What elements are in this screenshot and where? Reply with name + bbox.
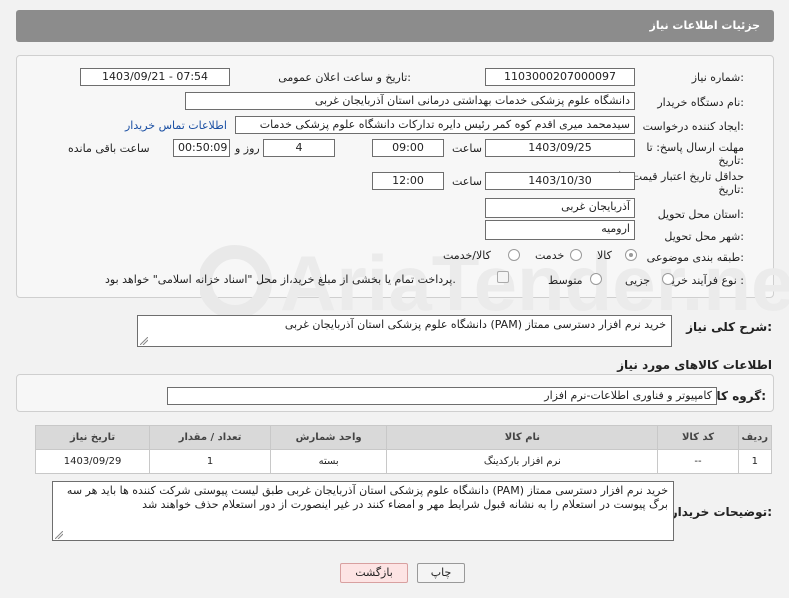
col-header-unit: واحد شمارش [269,425,388,450]
cell-unit: بسته [269,449,388,474]
announce-label: تاریخ و ساعت اعلان عمومی: [278,71,411,84]
creator-label: ایجاد کننده درخواست: [642,120,744,133]
creator-field: سیدمحمد میری اقدم کوه کمر رئیس دایره تدا… [235,116,635,134]
cell-row-number: 1 [737,449,773,474]
validity-time-field: 12:00 [372,172,444,190]
category-option-both: کالا/خدمت [443,249,491,262]
process-label: نوع فرآیند خرید : [666,274,744,287]
resize-grip-icon[interactable] [55,531,63,539]
cell-date: 1403/09/29 [34,449,151,474]
process-radio-minor[interactable] [662,273,674,285]
header-bar: جزئیات اطلاعات نیاز [16,10,774,42]
payment-checkbox[interactable] [497,271,509,283]
province-field: آذربایجان غربی [485,198,635,218]
col-header-row-number: ردیف [737,425,773,450]
reply-time-field: 09:00 [372,139,444,157]
reply-deadline-label: مهلت ارسال پاسخ: تا [646,141,744,154]
cell-code: -- [657,449,739,474]
buyer-notes-textarea: خرید نرم افزار دسترسی ممتاز (PAM) دانشگا… [52,481,674,541]
category-radio-service[interactable] [570,249,582,261]
province-label: استان محل تحویل: [657,208,744,221]
col-header-date: تاریخ نیاز [34,425,151,450]
validity-date-field: 1403/10/30 [485,172,635,190]
reply-deadline-label-2: تاریخ: [718,154,744,167]
need-number-label: شماره نیاز: [691,71,744,84]
remaining-time-field: 00:50:09 [173,139,230,157]
table-row: 1 -- نرم افزار بارکدینگ بسته 1 1403/09/2… [34,449,773,474]
reply-date-field: 1403/09/25 [485,139,635,157]
cell-name: نرم افزار بارکدینگ [386,449,659,474]
resize-grip-icon[interactable] [140,337,148,345]
print-button[interactable]: چاپ [417,563,465,583]
back-button[interactable]: بازگشت [340,563,408,583]
price-validity-label-2: تاریخ: [718,183,744,196]
category-option-service: خدمت [535,249,565,262]
need-number-field: 1103000207000097 [485,68,635,86]
table-header-row: ردیف کد کالا نام کالا واحد شمارش تعداد /… [34,425,773,450]
category-label: طبقه بندی موضوعی: [646,251,744,264]
process-option-minor: جزیی [625,274,651,287]
goods-section-title: اطلاعات کالاهای مورد نیاز [617,358,772,372]
summary-label: شرح کلی نیاز: [686,320,772,334]
remaining-time-label: ساعت باقی مانده [68,142,150,155]
process-radio-medium[interactable] [590,273,602,285]
buyer-contact-link[interactable]: اطلاعات تماس خریدار [125,119,227,132]
goods-group-field: کامپیوتر و فناوری اطلاعات-نرم افزار [167,387,717,405]
col-header-qty: تعداد / مقدار [149,425,271,450]
summary-textarea: خرید نرم افزار دسترسی ممتاز (PAM) دانشگا… [137,315,672,347]
category-radio-goods[interactable] [625,249,637,261]
reply-time-label: ساعت [452,142,482,155]
days-label: روز و [235,142,260,155]
col-header-code: کد کالا [657,425,739,450]
buyer-org-label: نام دستگاه خریدار: [657,96,744,109]
category-option-goods: کالا [597,249,612,262]
category-radio-both[interactable] [508,249,520,261]
cell-qty: 1 [149,449,271,474]
page-title: جزئیات اطلاعات نیاز [649,19,761,32]
announce-field: 1403/09/21 - 07:54 [80,68,230,86]
city-field: ارومیه [485,220,635,240]
goods-table: ردیف کد کالا نام کالا واحد شمارش تعداد /… [34,425,773,474]
process-option-medium: متوسط [548,274,583,287]
city-label: شهر محل تحویل: [664,230,744,243]
price-validity-label: حداقل تاریخ اعتبار قیمت: تا [618,170,744,183]
days-field: 4 [263,139,335,157]
col-header-name: نام کالا [386,425,659,450]
buyer-notes-label: توضیحات خریدار: [670,505,772,519]
buyer-org-field: دانشگاه علوم پزشکی خدمات بهداشتی درمانی … [185,92,635,110]
summary-text: خرید نرم افزار دسترسی ممتاز (PAM) دانشگا… [284,318,666,331]
validity-time-label: ساعت [452,175,482,188]
buyer-notes-text: خرید نرم افزار دسترسی ممتاز (PAM) دانشگا… [66,484,668,511]
payment-note: پرداخت تمام یا بخشی از مبلغ خرید،از محل … [105,273,456,286]
